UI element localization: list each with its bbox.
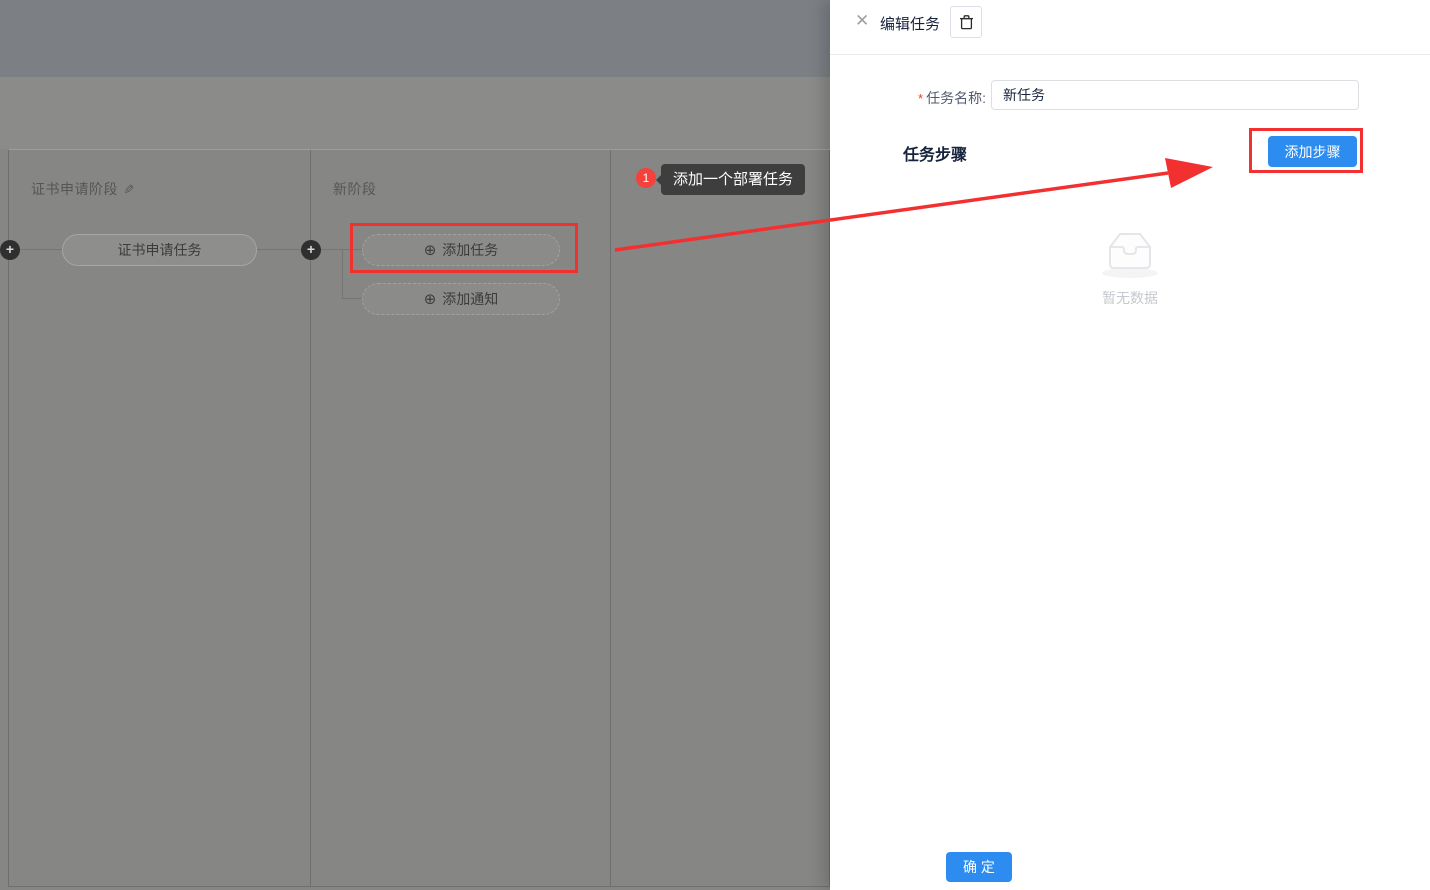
close-icon[interactable]: ✕ <box>855 11 869 31</box>
app-canvas: 证书申请阶段 ✎ 新阶段 + + 证书申请任务 ⊕ 添加任务 <box>0 0 1430 890</box>
empty-state: 暂无数据 <box>830 226 1430 308</box>
task-name-label: *任务名称: <box>830 88 986 108</box>
tooltip-arrow <box>656 174 662 186</box>
drawer-title: 编辑任务 <box>880 13 940 34</box>
empty-text: 暂无数据 <box>830 288 1430 308</box>
edit-stage-icon[interactable]: ✎ <box>123 182 134 198</box>
add-task-label: 添加任务 <box>442 240 498 260</box>
step-badge: 1 <box>636 168 656 188</box>
task-pill-cert-apply[interactable]: 证书申请任务 <box>62 234 257 266</box>
connector-line <box>342 298 362 299</box>
add-task-pill[interactable]: ⊕ 添加任务 <box>362 234 560 266</box>
trash-icon <box>959 14 974 30</box>
task-name-input[interactable] <box>991 80 1359 110</box>
task-name-label-text: 任务名称: <box>926 90 986 106</box>
add-stage-node-left[interactable]: + <box>0 240 20 260</box>
delete-task-button[interactable] <box>950 6 982 38</box>
page-header-band <box>0 0 830 77</box>
dimmed-overlay: 证书申请阶段 ✎ 新阶段 + + 证书申请任务 ⊕ 添加任务 <box>0 0 830 890</box>
circle-plus-icon: ⊕ <box>424 290 437 308</box>
confirm-button[interactable]: 确 定 <box>946 852 1012 882</box>
edit-task-drawer: ✕ 编辑任务 *任务名称: 任务步骤 添加步骤 <box>830 0 1430 890</box>
add-notify-pill[interactable]: ⊕ 添加通知 <box>362 283 560 315</box>
add-notify-label: 添加通知 <box>442 289 498 309</box>
tooltip-text: 添加一个部署任务 <box>673 171 793 188</box>
stage-title-new: 新阶段 <box>311 150 610 199</box>
plus-icon: + <box>307 241 315 257</box>
stage-column-hidden <box>611 150 830 886</box>
add-stage-node-mid[interactable]: + <box>301 240 321 260</box>
connector-line <box>257 249 302 250</box>
stage-title-text: 证书申请阶段 <box>31 181 118 197</box>
stage-title-cert: 证书申请阶段 ✎ <box>9 150 310 199</box>
connector-line <box>342 250 343 299</box>
connector-line <box>20 249 62 250</box>
task-pill-label: 证书申请任务 <box>118 240 202 260</box>
task-steps-title: 任务步骤 <box>903 141 967 165</box>
circle-plus-icon: ⊕ <box>424 241 437 259</box>
empty-box-icon <box>1097 226 1163 280</box>
stage-title-text: 新阶段 <box>333 181 377 197</box>
required-mark: * <box>918 91 923 106</box>
add-step-button[interactable]: 添加步骤 <box>1268 136 1357 167</box>
page-toolbar-band <box>0 77 830 149</box>
tooltip: 添加一个部署任务 <box>661 164 805 195</box>
plus-icon: + <box>6 241 14 257</box>
drawer-header: ✕ 编辑任务 <box>830 0 1430 55</box>
